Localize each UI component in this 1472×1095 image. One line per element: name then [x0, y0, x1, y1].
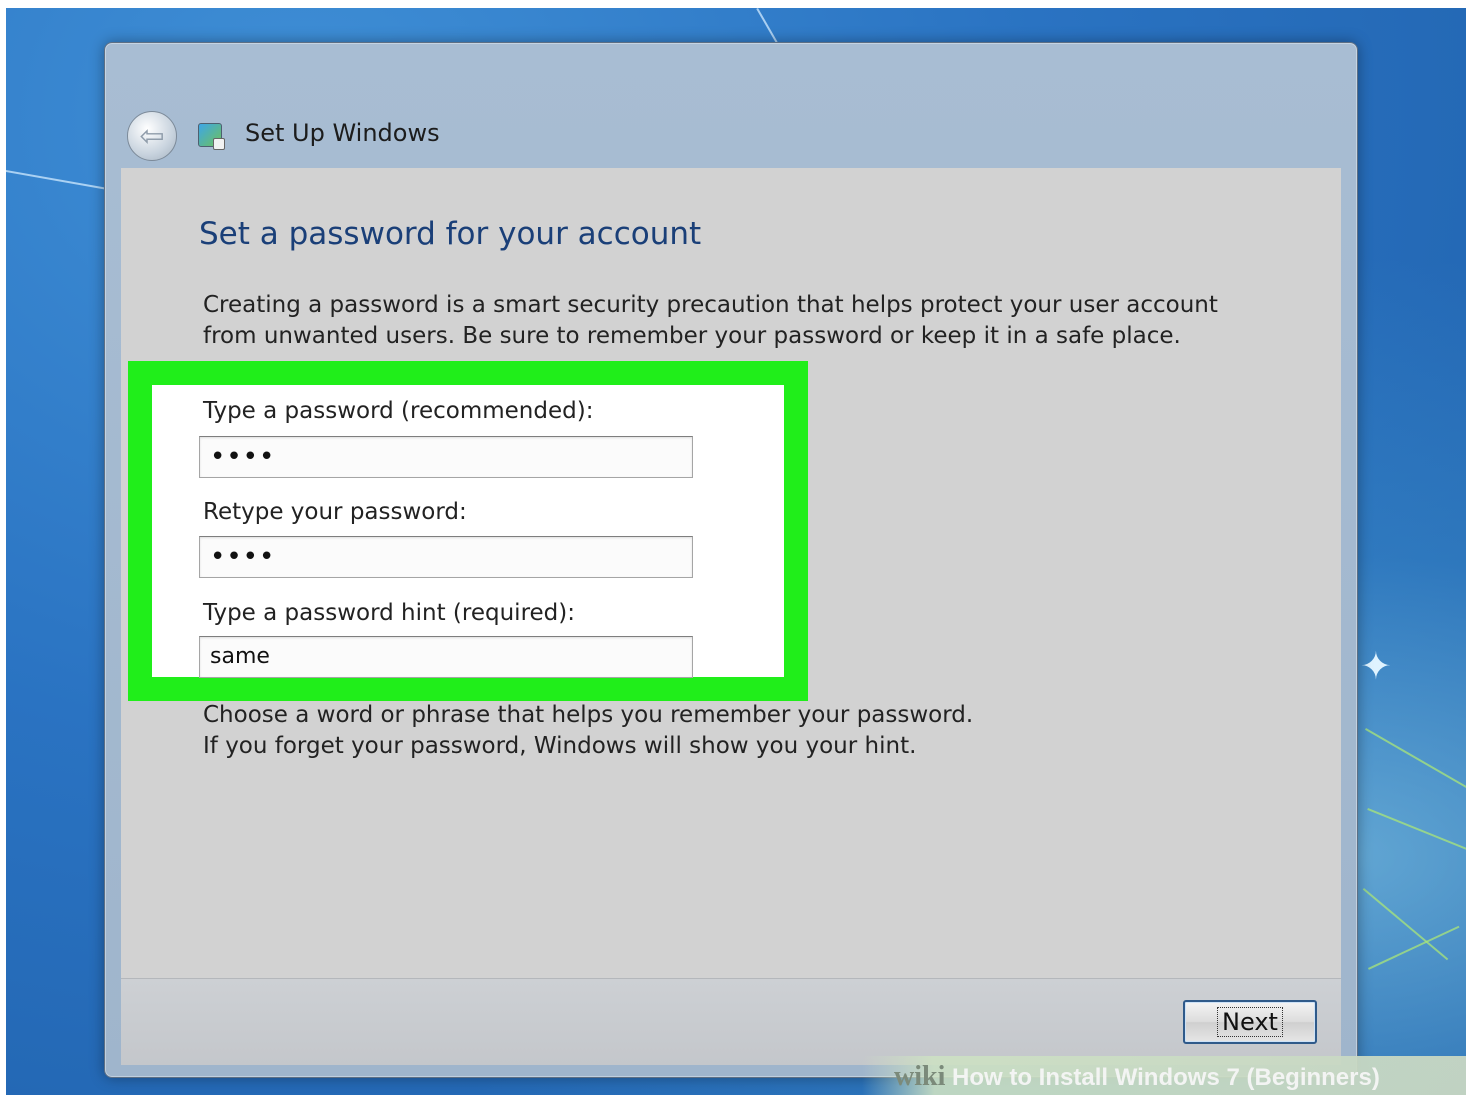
page-description: Creating a password is a smart security …	[203, 292, 1218, 349]
wikihow-watermark: wiki How to Install Windows 7 (Beginners…	[862, 1056, 1466, 1095]
next-button-label: Next	[1217, 1007, 1283, 1037]
hint-help-line: Choose a word or phrase that helps you r…	[203, 702, 974, 728]
back-arrow-icon: ⇦	[139, 118, 165, 154]
next-button[interactable]: Next	[1183, 1000, 1317, 1044]
setup-window: ⇦ Set Up Windows Set a password for your…	[104, 42, 1358, 1078]
retype-password-label: Retype your password:	[203, 499, 467, 525]
watermark-brand: wiki	[894, 1061, 946, 1092]
title-bar: ⇦ Set Up Windows	[105, 43, 1357, 168]
hint-help-line: If you forget your password, Windows wil…	[203, 733, 917, 759]
wallpaper-streak	[6, 170, 115, 192]
password-label: Type a password (recommended):	[203, 398, 594, 424]
wallpaper-grass	[1365, 728, 1466, 790]
wallpaper-streak	[756, 8, 778, 44]
back-button[interactable]: ⇦	[127, 111, 177, 161]
window-title: Set Up Windows	[245, 119, 440, 147]
hint-help-text: Choose a word or phrase that helps you r…	[203, 700, 1103, 762]
watermark-text: How to Install Windows 7 (Beginners)	[952, 1064, 1380, 1091]
retype-password-input[interactable]: ••••	[199, 536, 693, 578]
setup-windows-icon	[198, 123, 225, 150]
password-hint-input[interactable]: same	[199, 636, 693, 678]
password-input[interactable]: ••••	[199, 436, 693, 478]
content-area: Set a password for your account Creating…	[121, 168, 1341, 978]
wallpaper-bird-icon: ✦	[1360, 644, 1392, 688]
password-hint-label: Type a password hint (required):	[203, 600, 575, 626]
wallpaper-grass	[1367, 808, 1466, 855]
page-heading: Set a password for your account	[199, 216, 702, 252]
footer-bar: Next	[121, 978, 1341, 1065]
